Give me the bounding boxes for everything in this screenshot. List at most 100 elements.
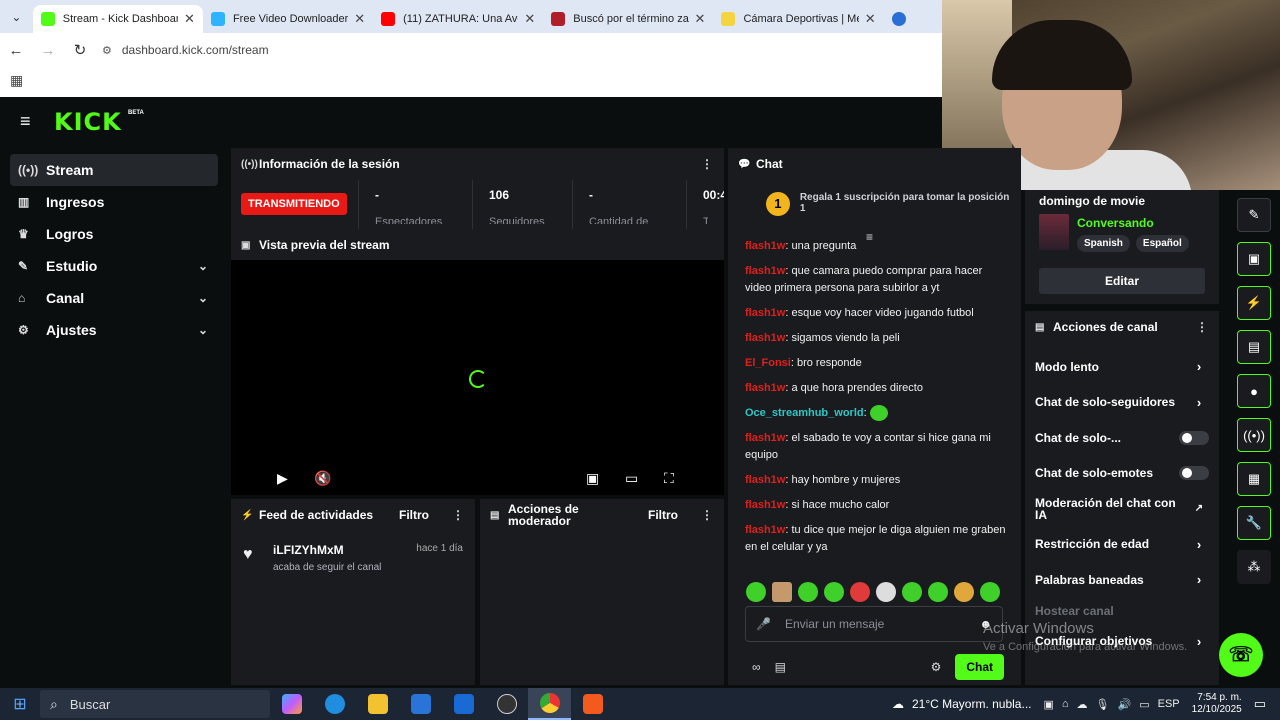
sidebar-item-ajustes[interactable]: ⚙ Ajustes ⌄: [10, 314, 218, 346]
sidebar-item-estudio[interactable]: ✎ Estudio ⌄: [10, 250, 218, 282]
reload-icon[interactable]: ↻: [64, 41, 96, 59]
tab-search[interactable]: Buscó por el término za ✕: [543, 5, 713, 33]
stream-video-player[interactable]: ▶ 🔇 ▣ ▭ ⛶: [231, 260, 724, 495]
action-ai-moderation[interactable]: Moderación del chat con IA ↗: [1025, 491, 1219, 527]
tab-camaras[interactable]: Cámara Deportivas | Me ✕: [713, 5, 883, 33]
store-icon[interactable]: ▤: [775, 660, 786, 674]
kick-logo[interactable]: KICK: [54, 108, 122, 136]
chat-bubble-icon[interactable]: ●: [1237, 374, 1271, 408]
chat-username[interactable]: flash1w: [745, 332, 785, 344]
sidebar-item-stream[interactable]: ((•)) Stream: [10, 154, 218, 186]
chevron-down-icon[interactable]: ⌄: [188, 259, 218, 273]
close-tab-icon[interactable]: ✕: [354, 11, 365, 27]
edit-stream-button[interactable]: Editar: [1039, 268, 1205, 294]
play-icon[interactable]: ▶: [277, 470, 288, 487]
battery-icon[interactable]: ▭: [1139, 698, 1149, 711]
emote-icon[interactable]: [954, 582, 974, 602]
notes-icon[interactable]: ▤: [1237, 330, 1271, 364]
emote-icon[interactable]: [928, 582, 948, 602]
outlook-icon[interactable]: [442, 688, 485, 720]
emote-icon[interactable]: [876, 582, 896, 602]
chat-message-input[interactable]: 🎤 Enviar un mensaje ☻: [745, 606, 1003, 642]
microphone-icon[interactable]: 🎙: [1096, 698, 1110, 711]
chat-username[interactable]: flash1w: [745, 265, 785, 277]
network-icon[interactable]: ⌂: [1062, 698, 1069, 710]
emote-icon[interactable]: [798, 582, 818, 602]
action-slow-mode[interactable]: Modo lento ›: [1025, 349, 1219, 385]
emote-icon[interactable]: [772, 582, 792, 602]
sidebar-item-canal[interactable]: ⌂ Canal ⌄: [10, 282, 218, 314]
close-tab-icon[interactable]: ✕: [524, 11, 535, 27]
emotes-only-toggle[interactable]: [1179, 466, 1209, 481]
more-options-icon[interactable]: ⋮: [451, 508, 465, 522]
microphone-icon[interactable]: 🎤: [756, 617, 771, 631]
tab-video-downloader[interactable]: Free Video Downloader ✕: [203, 5, 373, 33]
gift-subscription-banner[interactable]: 1 Regala 1 suscripción para tomar la pos…: [766, 192, 1016, 216]
feed-filter-button[interactable]: Filtro: [399, 508, 429, 522]
action-age-restriction[interactable]: Restricción de edad ›: [1025, 527, 1219, 563]
chat-username[interactable]: Oce_streamhub_world: [745, 407, 864, 419]
sidebar-item-logros[interactable]: ♛ Logros: [10, 218, 218, 250]
fullscreen-icon[interactable]: ⛶: [664, 470, 674, 487]
chevron-down-icon[interactable]: ⌄: [188, 291, 218, 305]
community-icon[interactable]: ⁂: [1237, 550, 1271, 584]
hamburger-menu-icon[interactable]: ≡: [20, 112, 36, 130]
chat-username[interactable]: flash1w: [745, 240, 785, 252]
sidebar-item-ingresos[interactable]: ▥ Ingresos: [10, 186, 218, 218]
clip-icon[interactable]: ▣: [1237, 242, 1271, 276]
emote-icon[interactable]: [746, 582, 766, 602]
tab-youtube[interactable]: (11) ZATHURA: Una Ave ✕: [373, 5, 543, 33]
notification-icon[interactable]: ▭: [1254, 696, 1266, 712]
obs-icon[interactable]: [485, 688, 528, 720]
close-tab-icon[interactable]: ✕: [865, 11, 876, 27]
tab-kick-dashboard[interactable]: Stream - Kick Dashboard ✕: [32, 4, 203, 33]
volume-icon[interactable]: 🔊: [1118, 698, 1132, 711]
kicks-icon[interactable]: ∞: [752, 660, 761, 674]
cloud-sync-icon[interactable]: ☁: [1077, 698, 1088, 711]
taskbar-clock[interactable]: 7:54 p. m. 12/10/2025: [1192, 692, 1242, 716]
edit-pencil-icon[interactable]: ✎: [1237, 198, 1271, 232]
chat-username[interactable]: flash1w: [745, 499, 785, 511]
input-language[interactable]: ESP: [1158, 698, 1180, 710]
file-explorer-icon[interactable]: [356, 688, 399, 720]
action-followers-only[interactable]: Chat de solo-seguidores ›: [1025, 385, 1219, 421]
theater-mode-icon[interactable]: ▭: [625, 470, 638, 487]
chat-username[interactable]: El_Fonsi: [745, 357, 791, 369]
more-options-icon[interactable]: ⋮: [700, 157, 714, 171]
tab-loading[interactable]: [884, 5, 942, 33]
tray-app-icon[interactable]: ▣: [1043, 698, 1053, 711]
more-options-icon[interactable]: ⋮: [1195, 320, 1209, 334]
store-icon[interactable]: [399, 688, 442, 720]
tab-search-button[interactable]: ⌄: [0, 0, 33, 33]
chrome-icon[interactable]: [528, 688, 571, 720]
site-info-icon[interactable]: ⚙: [102, 44, 112, 57]
chat-settings-icon[interactable]: ⚙: [931, 660, 942, 674]
back-icon[interactable]: ←: [0, 42, 32, 59]
emote-icon[interactable]: [902, 582, 922, 602]
taskbar-search[interactable]: ⌕ Buscar: [40, 690, 270, 718]
chat-username[interactable]: flash1w: [745, 524, 785, 536]
close-tab-icon[interactable]: ✕: [184, 11, 195, 27]
apps-grid-icon[interactable]: ▦: [10, 72, 23, 88]
action-banned-words[interactable]: Palabras baneadas ›: [1025, 562, 1219, 598]
support-chat-icon[interactable]: ☏: [1219, 633, 1263, 677]
emote-icon[interactable]: [824, 582, 844, 602]
chat-username[interactable]: flash1w: [745, 474, 785, 486]
copilot-icon[interactable]: [270, 688, 313, 720]
forward-icon[interactable]: →: [32, 42, 64, 59]
miniplayer-icon[interactable]: ▣: [586, 470, 599, 487]
more-options-icon[interactable]: ⋮: [700, 508, 714, 522]
subs-only-toggle[interactable]: [1179, 430, 1209, 445]
chat-username[interactable]: flash1w: [745, 307, 785, 319]
feed-username[interactable]: iLFIZYhMxM: [273, 543, 381, 557]
mute-icon[interactable]: 🔇: [314, 470, 331, 487]
wrench-icon[interactable]: 🔧: [1237, 506, 1271, 540]
mod-filter-button[interactable]: Filtro: [648, 508, 678, 522]
chat-username[interactable]: flash1w: [745, 382, 785, 394]
close-tab-icon[interactable]: ✕: [695, 11, 706, 27]
send-chat-button[interactable]: Chat: [955, 654, 1004, 680]
emote-icon[interactable]: [850, 582, 870, 602]
chevron-down-icon[interactable]: ⌄: [188, 323, 218, 337]
layout-icon[interactable]: ▦: [1237, 462, 1271, 496]
broadcast-icon[interactable]: ((•)): [1237, 418, 1271, 452]
